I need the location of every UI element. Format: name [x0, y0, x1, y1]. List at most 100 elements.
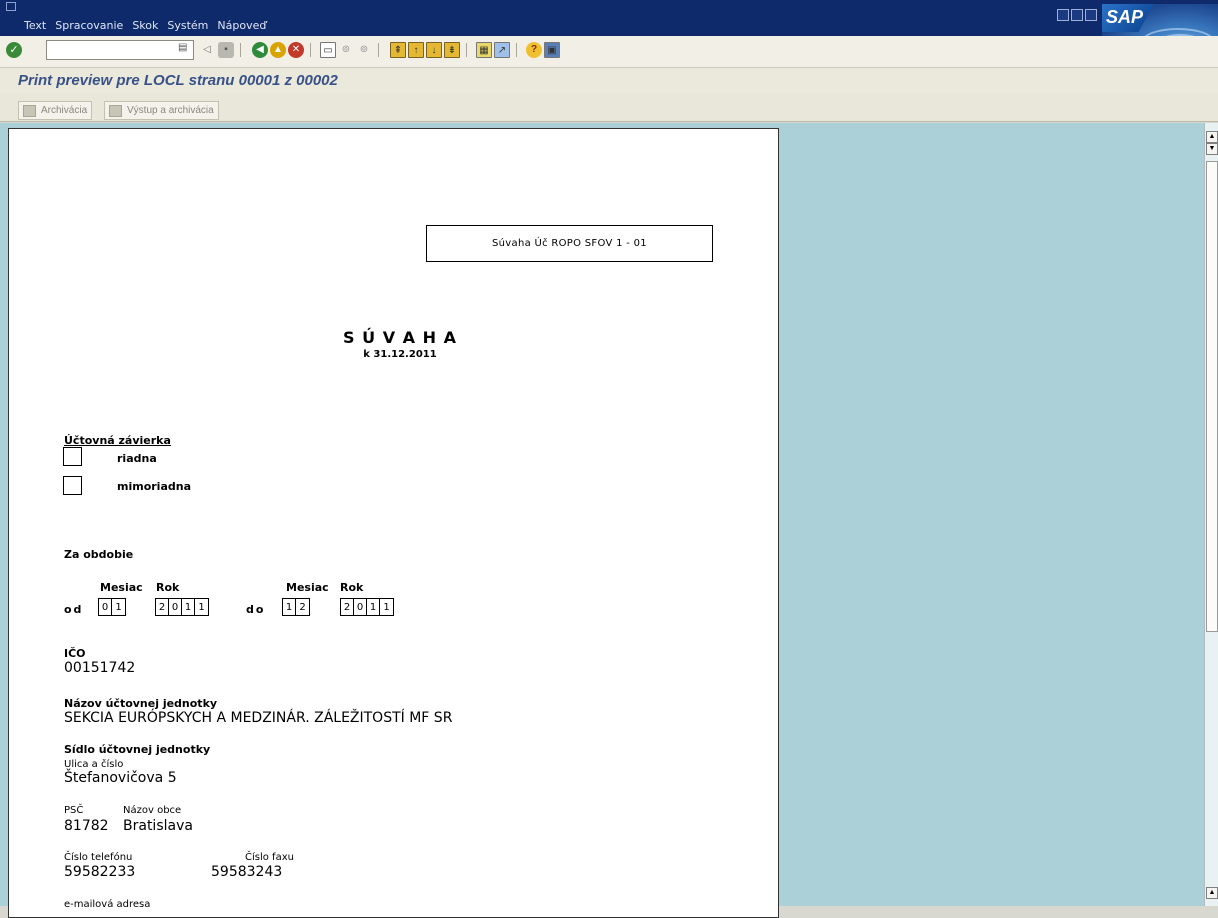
menu-item-napoved[interactable]: Nápoveď: [217, 19, 266, 32]
cancel-icon[interactable]: ✕: [288, 42, 304, 58]
city-value: Bratislava: [123, 818, 193, 834]
fax-label: Číslo faxu: [245, 852, 294, 863]
checkbox-mimoriadna: [63, 476, 82, 495]
minimize-icon[interactable]: [1057, 9, 1069, 21]
output-archive-button[interactable]: Výstup a archivácia: [104, 101, 219, 120]
to-year-label: Rok: [340, 581, 364, 594]
phone-value: 59582233: [64, 864, 136, 880]
archive-icon: [23, 105, 36, 117]
exit-icon[interactable]: ▲: [270, 42, 286, 58]
menu-bar: Text Spracovanie Skok Systém Nápoveď: [0, 0, 1218, 36]
window-controls: [1057, 9, 1097, 21]
layout-icon[interactable]: ▣: [544, 42, 560, 58]
toolbar-separator: [378, 43, 379, 57]
from-year-label: Rok: [156, 581, 180, 594]
email-label: e-mailová adresa: [64, 899, 151, 910]
period-label: Za obdobie: [64, 548, 134, 561]
option-riadna: riadna: [117, 452, 157, 465]
help-icon[interactable]: ?: [526, 42, 542, 58]
digit-cell: 1: [367, 599, 380, 615]
closing-label: Účtovná závierka: [64, 434, 171, 447]
ico-value: 00151742: [64, 660, 136, 676]
digit-cell: 1: [182, 599, 195, 615]
digit-cell: 1: [383, 602, 390, 613]
digit-cell: 2: [299, 602, 306, 613]
entity-name-value: SEKCIA EURÓPSKYCH A MEDZINÁR. ZÁLEŽITOST…: [64, 710, 453, 726]
page-title: Print preview pre LOCL stranu 00001 z 00…: [18, 72, 338, 89]
ico-label: IČO: [64, 647, 86, 660]
menu-item-skok[interactable]: Skok: [132, 19, 158, 32]
digit-cell: 1: [283, 599, 296, 615]
from-month-cells: 01: [98, 598, 126, 616]
command-field[interactable]: [46, 40, 194, 60]
document-page: Súvaha Úč ROPO SFOV 1 - 01 S Ú V A H A k…: [8, 128, 779, 918]
shortcut-icon[interactable]: ↗: [494, 42, 510, 58]
to-month-label: Mesiac: [286, 581, 329, 594]
digit-cell: 0: [169, 599, 182, 615]
menu-items: Text Spracovanie Skok Systém Nápoveď: [24, 19, 266, 32]
toolbar-separator: [466, 43, 467, 57]
street-label: Ulica a číslo: [64, 759, 124, 770]
fax-value: 59583243: [211, 864, 283, 880]
command-history-icon[interactable]: ▤: [178, 42, 190, 56]
digit-cell: 0: [354, 599, 367, 615]
output-archive-icon: [109, 105, 122, 117]
to-month-cells: 12: [282, 598, 310, 616]
menu-item-text[interactable]: Text: [24, 19, 46, 32]
digit-cell: 2: [156, 599, 169, 615]
application-toolbar: Archivácia Výstup a archivácia: [0, 94, 1218, 122]
print-preview-area: Súvaha Úč ROPO SFOV 1 - 01 S Ú V A H A k…: [0, 123, 1218, 918]
digit-cell: 0: [99, 599, 112, 615]
to-label: do: [246, 603, 266, 616]
create-session-icon[interactable]: ▦: [476, 42, 492, 58]
toolbar-separator: [310, 43, 311, 57]
system-menu-icon[interactable]: [6, 2, 16, 11]
digit-cell: 1: [115, 602, 122, 613]
to-year-cells: 2011: [340, 598, 394, 616]
maximize-icon[interactable]: [1071, 9, 1083, 21]
scroll-thumb[interactable]: [1206, 161, 1218, 632]
toolbar-separator: [240, 43, 241, 57]
scroll-down-icon[interactable]: ▲: [1206, 887, 1218, 899]
history-back-icon[interactable]: ◁: [202, 42, 212, 58]
digit-cell: 2: [341, 599, 354, 615]
option-mimoriadna: mimoriadna: [117, 480, 191, 493]
psc-label: PSČ: [64, 805, 84, 816]
first-page-icon[interactable]: ⇞: [390, 42, 406, 58]
checkbox-riadna: [63, 447, 82, 466]
city-label: Názov obce: [123, 805, 182, 816]
next-page-icon[interactable]: ↓: [426, 42, 442, 58]
output-archive-label: Výstup a archivácia: [127, 105, 214, 116]
archive-label: Archivácia: [41, 105, 88, 116]
form-id-box: Súvaha Úč ROPO SFOV 1 - 01: [426, 225, 713, 262]
save-icon[interactable]: ▪: [218, 42, 234, 58]
document-heading: S Ú V A H A: [343, 328, 457, 347]
title-bar: Print preview pre LOCL stranu 00001 z 00…: [0, 68, 1218, 94]
vertical-scrollbar[interactable]: ▲ ▼ ▲: [1204, 123, 1218, 906]
scroll-up-icon[interactable]: ▲: [1206, 131, 1218, 143]
close-icon[interactable]: [1085, 9, 1097, 21]
back-icon[interactable]: ◀: [252, 42, 268, 58]
street-value: Štefanovičova 5: [64, 770, 177, 786]
from-month-label: Mesiac: [100, 581, 143, 594]
archive-button[interactable]: Archivácia: [18, 101, 93, 120]
phone-label: Číslo telefónu: [64, 852, 133, 863]
last-page-icon[interactable]: ⇟: [444, 42, 460, 58]
print-icon[interactable]: ▭: [320, 42, 336, 58]
menu-item-spracovanie[interactable]: Spracovanie: [55, 19, 123, 32]
from-year-cells: 2011: [155, 598, 209, 616]
sap-logo-text: SAP: [1102, 4, 1154, 32]
entity-name-label: Názov účtovnej jednotky: [64, 697, 218, 710]
menu-item-system[interactable]: Systém: [167, 19, 208, 32]
standard-toolbar: ✓ ▤ ◁ ▪ ◀ ▲ ✕ ▭ ⊚ ⊚ ⇞ ↑ ↓ ⇟ ▦ ↗ ? ▣: [0, 36, 1218, 68]
toolbar-separator: [516, 43, 517, 57]
seat-label: Sídlo účtovnej jednotky: [64, 743, 211, 756]
find-icon[interactable]: ⊚: [338, 42, 354, 58]
from-label: od: [64, 603, 84, 616]
previous-page-icon[interactable]: ↑: [408, 42, 424, 58]
enter-icon[interactable]: ✓: [6, 42, 22, 58]
find-next-icon[interactable]: ⊚: [356, 42, 372, 58]
page-up-icon[interactable]: ▼: [1206, 143, 1218, 155]
psc-value: 81782: [64, 818, 109, 834]
document-date: k 31.12.2011: [363, 349, 437, 360]
